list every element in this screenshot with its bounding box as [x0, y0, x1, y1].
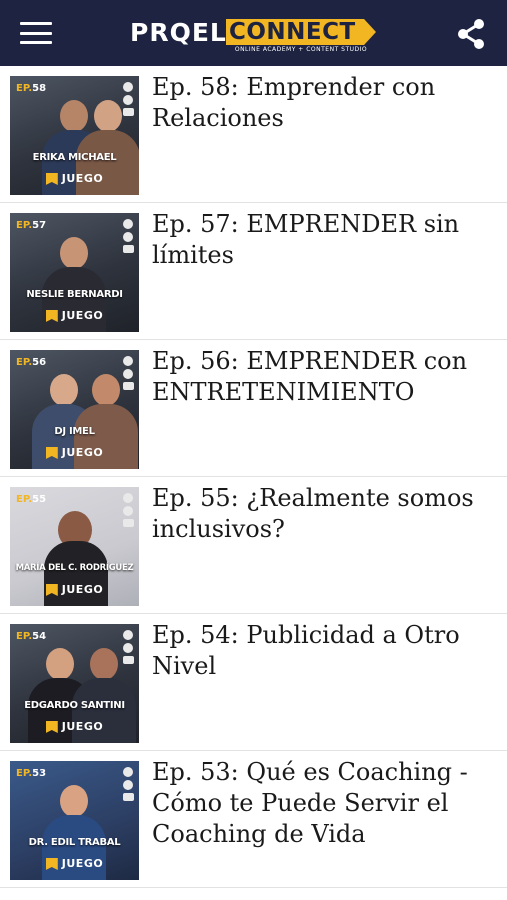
episode-list: EP.58 ERIKA MICHAEL JUEGO Ep. 58: Empren…	[0, 66, 507, 888]
bookmark-icon	[45, 310, 58, 322]
app-header: PRQEL CONNECT ONLINE ACADEMY + CONTENT S…	[0, 0, 507, 66]
podcast-icon	[123, 780, 133, 790]
episode-number-badge: EP.54	[16, 631, 47, 642]
show-brand: JUEGO	[10, 444, 139, 462]
show-brand: JUEGO	[10, 718, 139, 736]
hamburger-menu-icon[interactable]	[20, 22, 52, 44]
episode-item[interactable]: EP.56 DJ IMEL JUEGO Ep. 56: EMPRENDER co…	[0, 340, 507, 477]
spotify-icon	[123, 356, 133, 366]
spotify-icon	[123, 82, 133, 92]
episode-item[interactable]: EP.58 ERIKA MICHAEL JUEGO Ep. 58: Empren…	[0, 66, 507, 203]
episode-title: Ep. 58: Emprender con Relaciones	[152, 73, 436, 132]
logo-text-left: PRQEL	[130, 18, 227, 47]
youtube-icon	[122, 245, 134, 253]
platform-icons	[122, 493, 134, 527]
bookmark-icon	[45, 173, 58, 185]
episode-number-badge: EP.55	[16, 494, 47, 505]
bookmark-icon	[45, 447, 58, 459]
episode-title: Ep. 56: EMPRENDER con ENTRETENIMIENTO	[152, 347, 468, 406]
podcast-icon	[123, 232, 133, 242]
episode-title: Ep. 57: EMPRENDER sin límites	[152, 210, 460, 269]
guest-name: ERIKA MICHAEL	[32, 152, 117, 163]
podcast-icon	[123, 95, 133, 105]
guest-name: DR. EDIL TRABAL	[28, 837, 121, 848]
spotify-icon	[123, 630, 133, 640]
platform-icons	[122, 356, 134, 390]
guest-name: DJ IMEL	[54, 426, 95, 437]
podcast-icon	[123, 506, 133, 516]
show-brand: JUEGO	[10, 307, 139, 325]
platform-icons	[122, 767, 134, 801]
episode-item[interactable]: EP.54 EDGARDO SANTINI JUEGO Ep. 54: Publ…	[0, 614, 507, 751]
episode-thumbnail: EP.54 EDGARDO SANTINI JUEGO	[10, 624, 139, 743]
spotify-icon	[123, 219, 133, 229]
episode-title: Ep. 55: ¿Realmente somos inclusivos?	[152, 484, 474, 543]
guest-name: NESLIE BERNARDI	[26, 289, 123, 300]
guest-name: MARÍA DEL C. RODRÍGUEZ	[15, 563, 134, 573]
episode-thumbnail: EP.56 DJ IMEL JUEGO	[10, 350, 139, 469]
spotify-icon	[123, 493, 133, 503]
show-brand: JUEGO	[10, 855, 139, 873]
episode-thumbnail: EP.58 ERIKA MICHAEL JUEGO	[10, 76, 139, 195]
app-logo: PRQEL CONNECT ONLINE ACADEMY + CONTENT S…	[130, 17, 378, 53]
platform-icons	[122, 82, 134, 116]
platform-icons	[122, 219, 134, 253]
episode-number-badge: EP.57	[16, 220, 47, 231]
logo-text-right: CONNECT	[229, 19, 356, 45]
spotify-icon	[123, 767, 133, 777]
show-brand: JUEGO	[10, 581, 139, 599]
episode-title: Ep. 54: Publicidad a Otro Nivel	[152, 621, 460, 680]
youtube-icon	[122, 382, 134, 390]
youtube-icon	[122, 656, 134, 664]
podcast-icon	[123, 369, 133, 379]
platform-icons	[122, 630, 134, 664]
logo-tagline: ONLINE ACADEMY + CONTENT STUDIO	[234, 46, 368, 53]
episode-item[interactable]: EP.53 DR. EDIL TRABAL JUEGO Ep. 53: Qué …	[0, 751, 507, 888]
podcast-icon	[123, 643, 133, 653]
bookmark-icon	[45, 858, 58, 870]
bookmark-icon	[45, 584, 58, 596]
episode-number-badge: EP.58	[16, 83, 47, 94]
episode-item[interactable]: EP.57 NESLIE BERNARDI JUEGO Ep. 57: EMPR…	[0, 203, 507, 340]
episode-thumbnail: EP.55 MARÍA DEL C. RODRÍGUEZ JUEGO	[10, 487, 139, 606]
youtube-icon	[122, 108, 134, 116]
guest-name: EDGARDO SANTINI	[24, 700, 125, 711]
episode-thumbnail: EP.57 NESLIE BERNARDI JUEGO	[10, 213, 139, 332]
episode-number-badge: EP.56	[16, 357, 47, 368]
episode-thumbnail: EP.53 DR. EDIL TRABAL JUEGO	[10, 761, 139, 880]
show-brand: JUEGO	[10, 170, 139, 188]
bookmark-icon	[45, 721, 58, 733]
episode-item[interactable]: EP.55 MARÍA DEL C. RODRÍGUEZ JUEGO Ep. 5…	[0, 477, 507, 614]
share-icon[interactable]	[455, 18, 487, 50]
youtube-icon	[122, 793, 134, 801]
episode-title: Ep. 53: Qué es Coaching - Cómo te Puede …	[152, 758, 468, 848]
youtube-icon	[122, 519, 134, 527]
episode-number-badge: EP.53	[16, 768, 47, 779]
